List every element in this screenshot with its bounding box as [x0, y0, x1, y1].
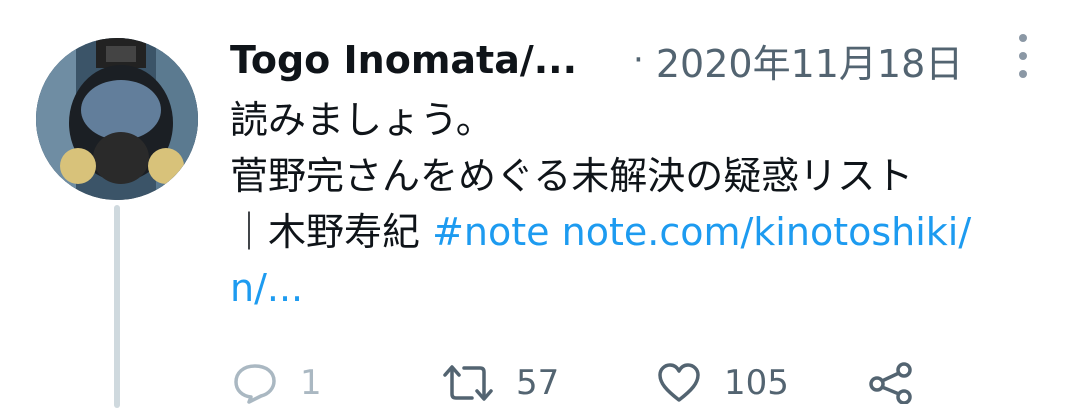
reply-button[interactable]: 1 [232, 360, 322, 406]
like-button[interactable]: 105 [656, 360, 789, 406]
retweet-icon [442, 362, 494, 404]
tweet-text-line: 菅野完さんをめぐる未解決の疑惑リスト [230, 154, 914, 198]
avatar-image [36, 38, 198, 200]
more-vertical-icon[interactable] [1011, 34, 1035, 78]
like-count: 105 [724, 363, 789, 403]
tweet-header: Togo Inomata/... · 2020年11月18日 [230, 30, 1039, 90]
header-separator: · [633, 40, 644, 80]
url-link[interactable]: note.com/kinotoshiki/ [562, 210, 972, 254]
retweet-button[interactable]: 57 [442, 360, 559, 406]
thread-line [114, 205, 120, 408]
share-button[interactable] [868, 360, 914, 406]
tweet-text-line: ｜木野寿紀 #note note.com/kinotoshiki/ [230, 204, 1050, 260]
url-link-continuation[interactable]: n/... [230, 260, 1050, 316]
author-name[interactable]: Togo Inomata/... [230, 38, 577, 82]
retweet-count: 57 [516, 363, 560, 403]
reply-icon [232, 362, 278, 404]
tweet-date[interactable]: 2020年11月18日 [656, 33, 963, 88]
hashtag-link[interactable]: #note [432, 210, 549, 254]
tweet-text: 読みましょう。 菅野完さんをめぐる未解決の疑惑リスト ｜木野寿紀 #note n… [230, 92, 1050, 316]
share-icon [868, 362, 914, 404]
tweet-text-line: 読みましょう。 [230, 98, 494, 142]
heart-icon [656, 362, 702, 404]
tweet-text-prefix: ｜木野寿紀 [230, 210, 433, 254]
avatar[interactable] [36, 38, 198, 200]
tweet-actions: 1 57 105 [232, 360, 1079, 406]
reply-count: 1 [300, 363, 322, 403]
